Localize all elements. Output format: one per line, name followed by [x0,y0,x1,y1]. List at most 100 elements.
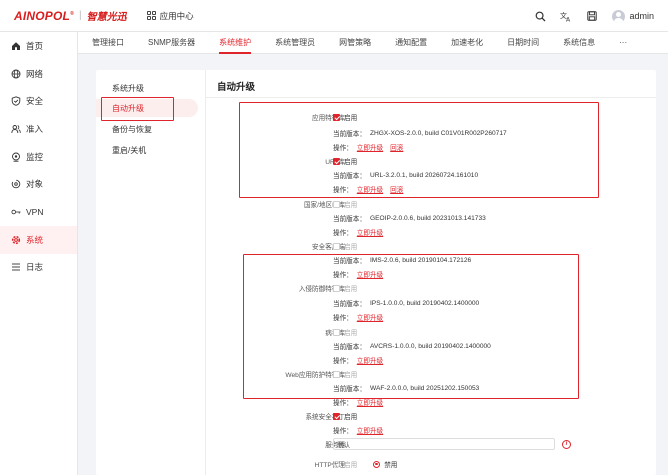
patch-label: 系统安全补丁 [305,414,345,421]
app-sig-upgrade-link[interactable]: 立即升级 [357,142,383,152]
av-enable-text: 启用 [344,330,358,337]
server-label: 服务器 [325,442,345,449]
version-label: 当前版本： [333,386,366,393]
sec-client-upgrade-link[interactable]: 立即升级 [357,269,383,279]
svg-text:A: A [566,16,571,22]
operation-label: 操作： [333,358,353,365]
subnav-backup-restore[interactable]: 备份与恢复 [96,120,198,138]
nav-item-label: 网络 [26,68,44,79]
patch-upgrade-link[interactable]: 立即升级 [357,425,383,435]
app-sig-label: 应用特征库 [312,115,345,122]
subnav-system-upgrade[interactable]: 系统升级 [96,79,198,97]
logo-separator: | [78,10,82,21]
globe-icon [11,69,21,79]
tab-1[interactable]: SNMP服务器 [148,32,195,53]
app-sig-enable-text: 启用 [344,115,358,122]
app-center-label: 应用中心 [159,10,194,21]
geoip-upgrade-link[interactable]: 立即升级 [357,227,383,237]
url-rollback-link[interactable]: 回滚 [390,184,403,194]
tab-7[interactable]: 日期时间 [507,32,539,53]
nav-item-label: 对象 [26,179,44,190]
operation-label: 操作： [333,145,353,152]
nav-item-4[interactable]: 监控 [0,143,77,171]
proxy-disable-radio[interactable] [373,460,381,468]
nav-item-1[interactable]: 网络 [0,60,77,88]
tab-4[interactable]: 网管策略 [339,32,371,53]
brand-logo[interactable]: AINOPOL® [14,9,74,23]
ips-upgrade-link[interactable]: 立即升级 [357,312,383,322]
nav-item-label: 安全 [26,96,44,107]
proxy-enable-text: 启用 [344,462,358,469]
nav-item-label: 准入 [26,123,44,134]
operation-label: 操作： [333,230,353,237]
operation-label: 操作： [333,187,353,194]
server-input[interactable]: 默认 [333,438,555,450]
av-upgrade-link[interactable]: 立即升级 [357,355,383,365]
waf-label: Web应用防护特征库 [285,372,345,379]
version-label: 当前版本： [333,258,366,265]
url-upgrade-link[interactable]: 立即升级 [357,184,383,194]
operation-label: 操作： [333,315,353,322]
nav-item-0[interactable]: 首页 [0,32,77,60]
app-center-button[interactable]: 应用中心 [146,10,194,22]
info-icon[interactable]: i [562,439,571,449]
waf-version: WAF-2.0.0.0, build 20251202.150053 [369,384,480,392]
ips-label: 入侵防御特征库 [298,286,345,293]
operation-label: 操作： [333,400,353,407]
search-icon[interactable] [534,10,546,22]
app-sig-checkbox[interactable] [333,113,340,121]
app-sig-rollback-link[interactable]: 回滚 [390,142,403,152]
waf-upgrade-link[interactable]: 立即升级 [357,397,383,407]
subnav-auto-upgrade[interactable]: 自动升级 [96,99,198,117]
tab-bar: 管理接口 SNMP服务器 系统维护 系统管理员 网管策略 通知配置 加速老化 日期时间 系统信息… [78,32,668,54]
waf-checkbox[interactable] [333,370,340,378]
shield-icon [11,96,21,106]
list-icon [11,262,21,272]
proxy-enable-radio[interactable] [333,460,340,468]
url-checkbox[interactable] [333,157,340,165]
nav-item-3[interactable]: 准入 [0,115,77,143]
ips-checkbox[interactable] [333,284,340,292]
tab-5[interactable]: 通知配置 [395,32,427,53]
nav-item-label: 监控 [26,151,44,162]
nav-item-7[interactable]: 系统 [0,225,77,254]
geoip-checkbox[interactable] [333,200,340,208]
url-label: URL库 [225,156,345,166]
nav-item-label: VPN [26,206,44,217]
tab-9[interactable]: ··· [619,32,627,53]
nav-item-label: 系统 [26,234,44,245]
username[interactable]: admin [629,11,654,21]
operation-label: 操作： [333,428,353,435]
tab-6[interactable]: 加速老化 [451,32,483,53]
version-label: 当前版本： [333,301,366,308]
url-enable-text: 启用 [344,159,358,166]
tab-2[interactable]: 系统维护 [219,32,252,54]
save-icon[interactable] [586,10,598,22]
sec-client-version: IMS-2.0.6, build 20190104.172126 [369,256,472,264]
nav-item-5[interactable]: 对象 [0,170,77,198]
geoip-label: 国家/地区IP库 [303,202,345,209]
tab-0[interactable]: 管理接口 [92,32,124,53]
sec-client-checkbox[interactable] [333,242,340,250]
nav-item-8[interactable]: 日志 [0,254,77,282]
av-checkbox[interactable] [333,328,340,336]
nav-item-2[interactable]: 安全 [0,87,77,115]
proxy-disable-text: 禁用 [384,462,398,469]
left-navigation: 首页网络安全准入监控对象 VPN 系统日志 [0,32,78,475]
url-version: URL-3.2.0.1, build 20260724.161010 [369,171,479,179]
user-avatar[interactable] [612,9,626,23]
proxy-label: HTTP代理 [314,462,345,469]
monitor-icon [11,152,21,162]
tab-8[interactable]: 系统信息 [563,32,595,53]
sec-client-label: 安全客户端 [312,244,345,251]
key-icon [11,207,21,217]
object-icon [11,179,21,189]
nav-item-6[interactable]: VPN [0,198,77,226]
tab-3[interactable]: 系统管理员 [275,32,315,53]
translate-icon[interactable]: 文A [560,10,572,22]
patch-checkbox[interactable] [333,412,340,420]
subnav-reboot-shutdown[interactable]: 重启/关机 [96,141,198,159]
gear-icon [11,235,21,245]
top-bar: AINOPOL® | 智慧光迅 应用中心 文A admin [0,0,668,32]
version-label: 当前版本： [333,216,366,223]
